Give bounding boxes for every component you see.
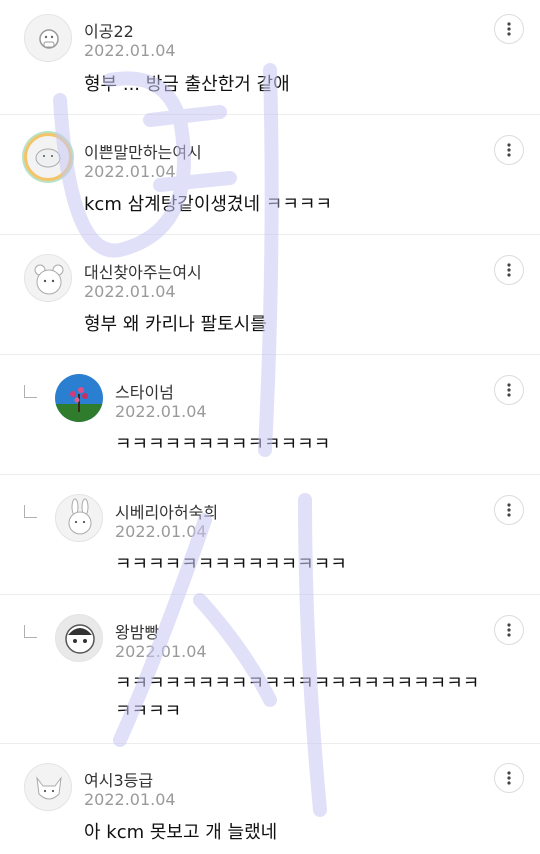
character-avatar[interactable] — [55, 614, 103, 662]
bear-avatar[interactable] — [24, 254, 72, 302]
comment-text: 아 kcm 못보고 개 늘랬네 — [84, 822, 278, 843]
flower-photo-avatar[interactable] — [55, 374, 103, 422]
comment-nickname[interactable]: 시베리아허숙희 — [115, 499, 218, 523]
reply-indicator-icon — [24, 385, 37, 398]
comment-item: 이공22 2022.01.04 형부 ... 방금 출산한거 같애 — [0, 0, 540, 114]
comment-date: 2022.01.04 — [84, 790, 176, 809]
rainbow-ring-avatar[interactable] — [24, 133, 72, 181]
comment-date: 2022.01.04 — [115, 642, 207, 661]
comment-text: ㅋㅋㅋㅋㅋㅋㅋㅋㅋㅋㅋㅋㅋ — [115, 434, 331, 455]
more-vertical-icon — [507, 143, 511, 157]
more-vertical-icon — [507, 771, 511, 785]
more-options-button[interactable] — [494, 615, 524, 645]
comment-text: 형부 왜 카리나 팔토시를 — [84, 314, 267, 335]
reply-item: 시베리아허숙희 2022.01.04 ㅋㅋㅋㅋㅋㅋㅋㅋㅋㅋㅋㅋㅋㅋ — [0, 475, 540, 594]
reply-indicator-icon — [24, 625, 37, 638]
comment-nickname[interactable]: 왕밤빵 — [115, 619, 159, 643]
comment-text: 형부 ... 방금 출산한거 같애 — [84, 74, 290, 95]
reply-item: 왕밤빵 2022.01.04 ㅋㅋㅋㅋㅋㅋㅋㅋㅋㅋㅋㅋㅋㅋㅋㅋㅋㅋㅋㅋㅋㅋ ㅋㅋ… — [0, 595, 540, 743]
comment-date: 2022.01.04 — [115, 522, 207, 541]
comment-date: 2022.01.04 — [84, 282, 176, 301]
more-options-button[interactable] — [494, 255, 524, 285]
reply-item: 스타이넘 2022.01.04 ㅋㅋㅋㅋㅋㅋㅋㅋㅋㅋㅋㅋㅋ — [0, 355, 540, 474]
comment-nickname[interactable]: 스타이넘 — [115, 379, 174, 403]
bunny-avatar[interactable] — [55, 494, 103, 542]
more-options-button[interactable] — [494, 495, 524, 525]
comment-text: ㅋㅋㅋㅋㅋㅋㅋㅋㅋㅋㅋㅋㅋㅋㅋㅋㅋㅋㅋㅋㅋㅋ — [115, 673, 480, 694]
more-options-button[interactable] — [494, 14, 524, 44]
more-options-button[interactable] — [494, 763, 524, 793]
comment-item: 대신찾아주는여시 2022.01.04 형부 왜 카리나 팔토시를 — [0, 235, 540, 354]
more-vertical-icon — [507, 383, 511, 397]
more-options-button[interactable] — [494, 135, 524, 165]
comment-nickname[interactable]: 이쁜말만하는여시 — [84, 139, 202, 163]
more-vertical-icon — [507, 623, 511, 637]
reply-indicator-icon — [24, 505, 37, 518]
comment-nickname[interactable]: 이공22 — [84, 18, 134, 42]
comment-text-line: ㅋㅋㅋㅋ — [115, 701, 182, 722]
more-vertical-icon — [507, 263, 511, 277]
comment-date: 2022.01.04 — [84, 162, 176, 181]
comment-date: 2022.01.04 — [115, 402, 207, 421]
comment-date: 2022.01.04 — [84, 41, 176, 60]
more-options-button[interactable] — [494, 375, 524, 405]
comment-text: kcm 삼계탕같이생겼네 ㅋㅋㅋㅋ — [84, 194, 333, 215]
more-vertical-icon — [507, 503, 511, 517]
animal-sticker-avatar[interactable] — [24, 14, 72, 62]
comment-nickname[interactable]: 대신찾아주는여시 — [84, 259, 202, 283]
comment-item: 여시3등급 2022.01.04 아 kcm 못보고 개 늘랬네 — [0, 744, 540, 854]
comment-nickname[interactable]: 여시3등급 — [84, 767, 153, 791]
fox-avatar[interactable] — [24, 763, 72, 811]
comment-text: ㅋㅋㅋㅋㅋㅋㅋㅋㅋㅋㅋㅋㅋㅋ — [115, 554, 347, 575]
comment-item: 이쁜말만하는여시 2022.01.04 kcm 삼계탕같이생겼네 ㅋㅋㅋㅋ — [0, 115, 540, 234]
more-vertical-icon — [507, 22, 511, 36]
